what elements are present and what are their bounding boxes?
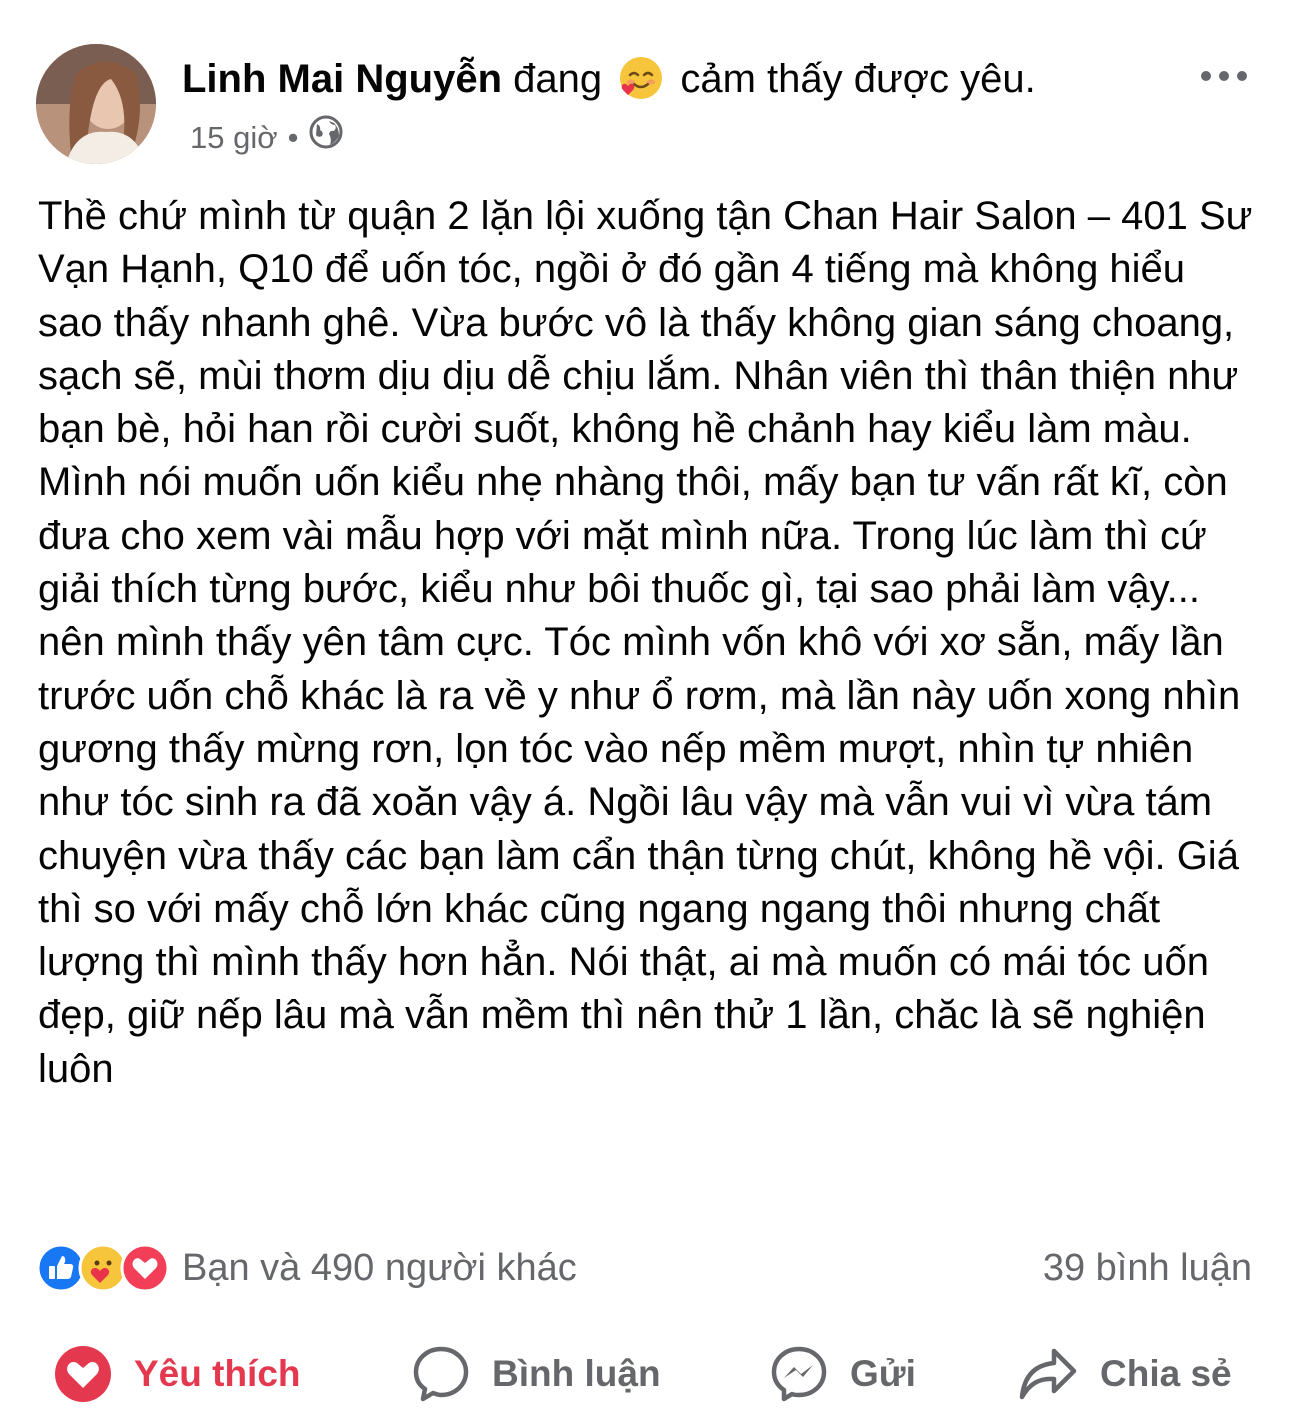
reactions-count: Bạn và 490 người khác — [182, 1246, 577, 1289]
post-header-line: Linh Mai Nguyễn đang cảm thấy được yêu. — [182, 52, 1036, 106]
share-button[interactable]: Chia sẻ — [1018, 1338, 1232, 1410]
post-text: Thề chứ mình từ quận 2 lặn lội xuống tận… — [38, 194, 1253, 1091]
share-button-label: Chia sẻ — [1100, 1353, 1232, 1394]
smiling-heart-face-icon — [617, 54, 665, 102]
feeling-text: cảm thấy được yêu. — [680, 57, 1036, 101]
heart-icon — [55, 1346, 111, 1402]
share-arrow-icon — [1019, 1348, 1077, 1400]
comment-button-label: Bình luận — [492, 1353, 661, 1394]
messenger-icon — [771, 1346, 827, 1402]
reaction-icons — [36, 1243, 170, 1293]
action-bar: Yêu thích Bình luận Gửi Chia sẻ — [0, 1338, 1290, 1410]
like-button-label: Yêu thích — [134, 1353, 301, 1394]
send-button[interactable]: Gửi — [770, 1338, 916, 1410]
more-options-button[interactable] — [1196, 56, 1256, 96]
meta-separator: • — [287, 120, 299, 155]
reactions-summary[interactable]: Bạn và 490 người khác — [36, 1240, 577, 1296]
comment-button[interactable]: Bình luận — [412, 1338, 661, 1410]
comment-bubble-icon — [413, 1346, 469, 1402]
avatar[interactable] — [36, 44, 156, 164]
post-time[interactable]: 15 giờ — [190, 116, 278, 160]
send-button-label: Gửi — [850, 1353, 916, 1394]
status-prefix: đang — [513, 57, 603, 101]
author-name[interactable]: Linh Mai Nguyễn — [182, 57, 502, 101]
love-icon — [120, 1243, 170, 1293]
avatar-photo — [36, 44, 156, 164]
like-button[interactable]: Yêu thích — [54, 1338, 301, 1410]
more-dots-icon — [1201, 71, 1247, 81]
globe-icon[interactable] — [308, 114, 344, 162]
comments-count[interactable]: 39 bình luận — [1043, 1240, 1252, 1296]
post-meta: 15 giờ • — [190, 114, 344, 162]
